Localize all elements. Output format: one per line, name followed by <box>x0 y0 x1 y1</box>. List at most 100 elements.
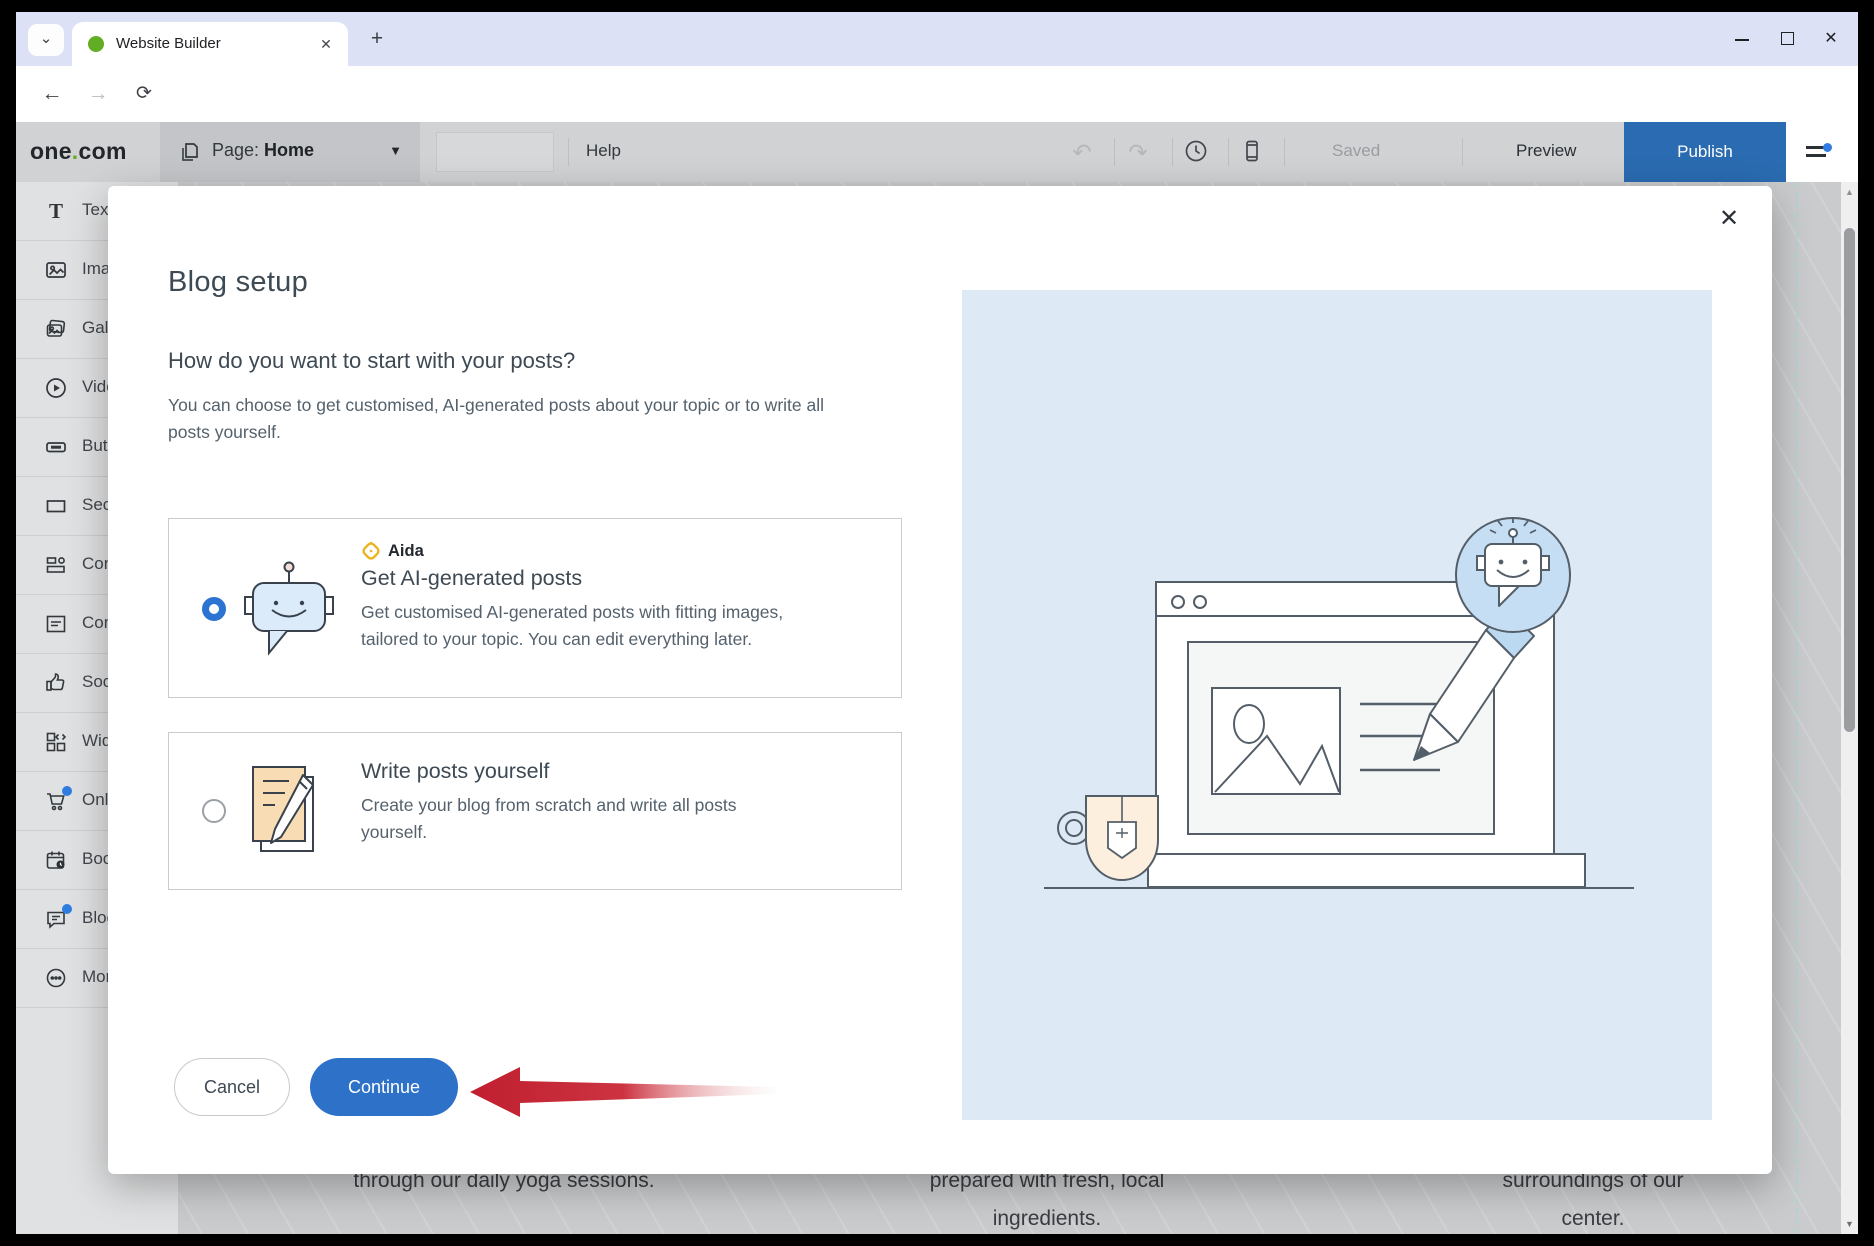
new-tab-button[interactable]: + <box>364 26 390 52</box>
publish-button[interactable]: Publish <box>1624 122 1786 182</box>
page-selector-label: Page: Home <box>212 140 314 161</box>
preview-button[interactable]: Preview <box>1516 141 1576 161</box>
toolbar-inset <box>436 132 554 172</box>
back-icon[interactable]: ← <box>38 80 66 108</box>
reload-icon[interactable]: ⟳ <box>130 80 158 108</box>
chevron-down-icon: ▼ <box>389 143 402 158</box>
saved-status: Saved <box>1332 141 1380 161</box>
close-icon: ✕ <box>1808 12 1854 66</box>
browser-tab-strip: ⌄ Website Builder ✕ + ✕ <box>16 12 1858 66</box>
option-title: Write posts yourself <box>361 759 743 784</box>
content-icon <box>44 612 68 636</box>
tab-favicon <box>88 36 104 52</box>
option-ai-generated[interactable]: Aida Get AI-generated posts Get customis… <box>168 518 902 698</box>
undo-icon[interactable]: ↶ <box>1068 138 1096 166</box>
social-thumbs-up-icon <box>44 671 68 695</box>
sidebar-item-label: Soc <box>82 672 111 692</box>
booking-calendar-icon <box>44 848 68 872</box>
tab-title: Website Builder <box>116 35 221 52</box>
pages-icon <box>178 140 202 164</box>
page-value: Home <box>264 140 314 160</box>
toolbar-divider <box>1284 138 1285 166</box>
toolbar-divider <box>1228 138 1229 166</box>
help-button[interactable]: Help <box>586 141 621 161</box>
page-scrollbar[interactable]: ▲ ▼ <box>1841 182 1858 1234</box>
more-ellipsis-icon <box>44 966 68 990</box>
browser-tab[interactable]: Website Builder ✕ <box>72 22 348 66</box>
blog-illustration <box>962 290 1712 1120</box>
scroll-up-icon[interactable]: ▲ <box>1841 184 1858 200</box>
option-text: Write posts yourself Create your blog fr… <box>361 759 743 846</box>
sidebar-item-label: But <box>82 436 108 456</box>
history-icon[interactable] <box>1182 138 1210 166</box>
sidebar-item-label: Ima <box>82 259 110 279</box>
image-icon <box>44 258 68 282</box>
blog-setup-modal: ✕ Blog setup How do you want to start wi… <box>108 186 1772 1174</box>
toolbar-divider <box>1462 138 1463 166</box>
section-icon <box>44 494 68 518</box>
aida-label: Aida <box>388 542 424 561</box>
page-selector[interactable]: Page: Home ▼ <box>160 122 420 182</box>
aida-badge: Aida <box>361 541 809 561</box>
robot-icon <box>239 557 339 661</box>
cancel-button[interactable]: Cancel <box>174 1058 290 1116</box>
text-icon: T <box>44 199 68 223</box>
option-description: Get customised AI-generated posts with f… <box>361 599 809 653</box>
modal-question: How do you want to start with your posts… <box>168 348 575 374</box>
notification-dot <box>62 786 72 796</box>
editor-toolbar: one.com Page: Home ▼ Help ↶ ↷ Saved <box>16 122 1858 182</box>
minimize-icon <box>1735 39 1749 41</box>
modal-title: Blog setup <box>168 266 308 299</box>
option-title: Get AI-generated posts <box>361 566 809 591</box>
sidebar-item-label: Wid <box>82 731 111 751</box>
maximize-icon <box>1781 32 1794 45</box>
video-icon <box>44 376 68 400</box>
radio-unselected[interactable] <box>202 799 226 823</box>
aida-icon <box>361 541 381 561</box>
option-description: Create your blog from scratch and write … <box>361 792 743 846</box>
sidebar-item-label: Mor <box>82 967 111 987</box>
page-prefix: Page: <box>212 140 264 160</box>
toolbar-divider <box>1114 138 1115 166</box>
forward-icon[interactable]: → <box>84 80 112 108</box>
background-text-line: center. <box>1561 1207 1624 1230</box>
mobile-view-icon[interactable] <box>1238 138 1266 166</box>
background-text-line: ingredients. <box>993 1207 1102 1230</box>
scrollbar-thumb[interactable] <box>1844 228 1855 732</box>
logo-com: com <box>79 138 127 164</box>
sidebar-item-label: Onl <box>82 790 108 810</box>
radio-selected[interactable] <box>202 597 226 621</box>
menu-hamburger-icon[interactable] <box>1806 144 1830 160</box>
blog-illustration-art <box>962 290 1712 1120</box>
pointer-arrow <box>468 1064 778 1120</box>
toolbar-divider <box>568 138 569 166</box>
option-text: Aida Get AI-generated posts Get customis… <box>361 541 809 653</box>
widgets-icon <box>44 730 68 754</box>
toolbar-right-area <box>1786 122 1858 182</box>
tab-close-icon[interactable]: ✕ <box>316 34 336 54</box>
continue-button[interactable]: Continue <box>310 1058 458 1116</box>
window-close-button[interactable]: ✕ <box>1808 12 1854 66</box>
browser-window: ⌄ Website Builder ✕ + ✕ ← → ⟳ <box>16 12 1858 1234</box>
notification-dot <box>1823 143 1832 152</box>
canvas-guide-line <box>1796 182 1798 1234</box>
desktop: ⌄ Website Builder ✕ + ✕ ← → ⟳ <box>0 0 1874 1246</box>
window-maximize-button[interactable] <box>1766 12 1812 66</box>
tab-search-chevron-icon[interactable]: ⌄ <box>28 24 64 56</box>
modal-close-icon[interactable]: ✕ <box>1714 204 1744 234</box>
one-com-logo: one.com <box>30 138 127 165</box>
columns-icon <box>44 553 68 577</box>
option-write-yourself[interactable]: Write posts yourself Create your blog fr… <box>168 732 902 890</box>
button-icon <box>44 435 68 459</box>
window-minimize-button[interactable] <box>1720 12 1766 66</box>
redo-icon[interactable]: ↷ <box>1124 138 1152 166</box>
notepad-pencil-icon <box>247 763 333 861</box>
gallery-icon <box>44 317 68 341</box>
scroll-down-icon[interactable]: ▼ <box>1841 1216 1858 1232</box>
logo-dot: . <box>72 138 79 164</box>
svg-text:T: T <box>49 199 63 223</box>
modal-description: You can choose to get customised, AI-gen… <box>168 392 862 446</box>
browser-address-bar: ← → ⟳ websitebuilder.one.com/editor ☆ ⋮ <box>16 66 1858 122</box>
toolbar-divider <box>1172 138 1173 166</box>
notification-dot <box>62 904 72 914</box>
